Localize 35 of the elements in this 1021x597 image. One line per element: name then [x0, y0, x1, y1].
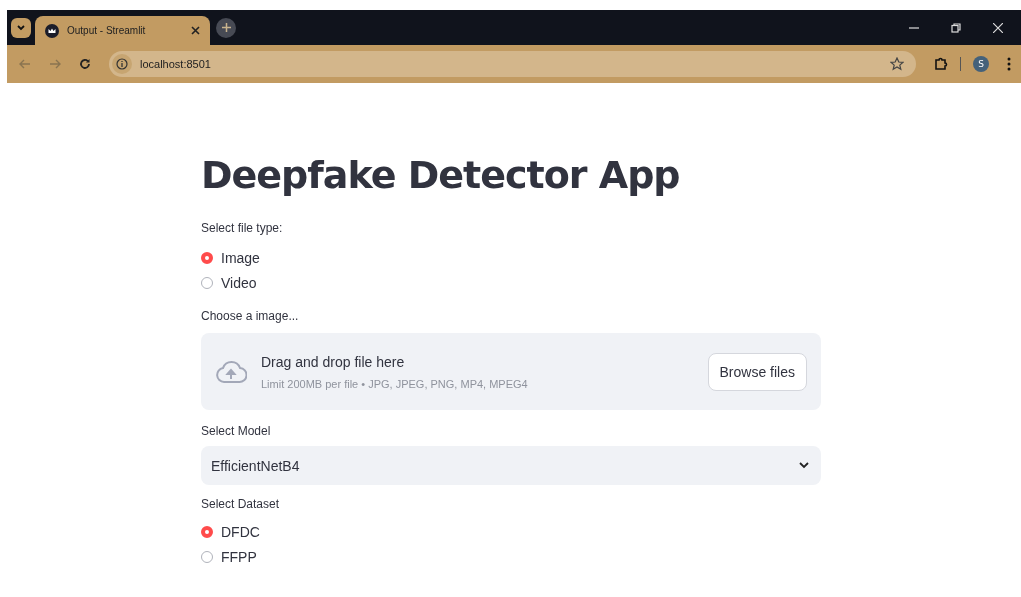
new-tab-button[interactable] [216, 17, 236, 38]
reload-icon[interactable] [79, 58, 91, 70]
browser-tab[interactable]: Output - Streamlit [35, 16, 210, 45]
address-bar[interactable]: localhost:8501 [109, 51, 916, 77]
info-icon[interactable] [116, 58, 128, 70]
profile-avatar[interactable]: S [973, 56, 989, 72]
radio-button[interactable] [201, 525, 213, 538]
chevron-down-icon [799, 462, 809, 469]
dropzone-instruction: Drag and drop file here [261, 353, 406, 370]
restore-icon[interactable] [951, 22, 961, 33]
puzzle-icon[interactable] [934, 57, 948, 71]
file-dropzone[interactable]: Drag and drop file here Limit 200MB per file • JPG, JPEG, PNG, MP4, MPEG4 Browse files [201, 333, 821, 410]
field-label: Select Dataset [201, 497, 281, 511]
field-label: Select Model [201, 424, 272, 438]
cloud-upload-icon [215, 359, 247, 384]
file-limit-text: Limit 200MB per file • JPG, JPEG, PNG, MP4, MPEG4 [261, 377, 529, 390]
plus-icon [221, 23, 231, 32]
page-title: Deepfake Detector App [201, 153, 681, 197]
crown-icon [45, 23, 59, 38]
field-label: Select file type: [201, 221, 284, 235]
chevron-down-icon [16, 23, 26, 32]
tab-title: Output - Streamlit [67, 25, 147, 36]
radio-label[interactable]: FFPP [221, 548, 257, 565]
more-icon[interactable] [1007, 57, 1011, 71]
url-text: localhost:8501 [140, 58, 211, 70]
radio-label[interactable]: Video [221, 274, 257, 291]
close-icon[interactable] [191, 26, 200, 35]
star-icon[interactable] [890, 57, 904, 71]
radio-label[interactable]: Image [221, 249, 260, 266]
browse-files-button[interactable]: Browse files [707, 352, 807, 391]
model-select[interactable]: EfficientNetB4 [201, 446, 821, 485]
radio-button[interactable] [201, 251, 213, 264]
field-label: Choose a image... [201, 309, 300, 323]
tab-list-button[interactable] [11, 17, 31, 38]
radio-label[interactable]: DFDC [221, 523, 260, 540]
